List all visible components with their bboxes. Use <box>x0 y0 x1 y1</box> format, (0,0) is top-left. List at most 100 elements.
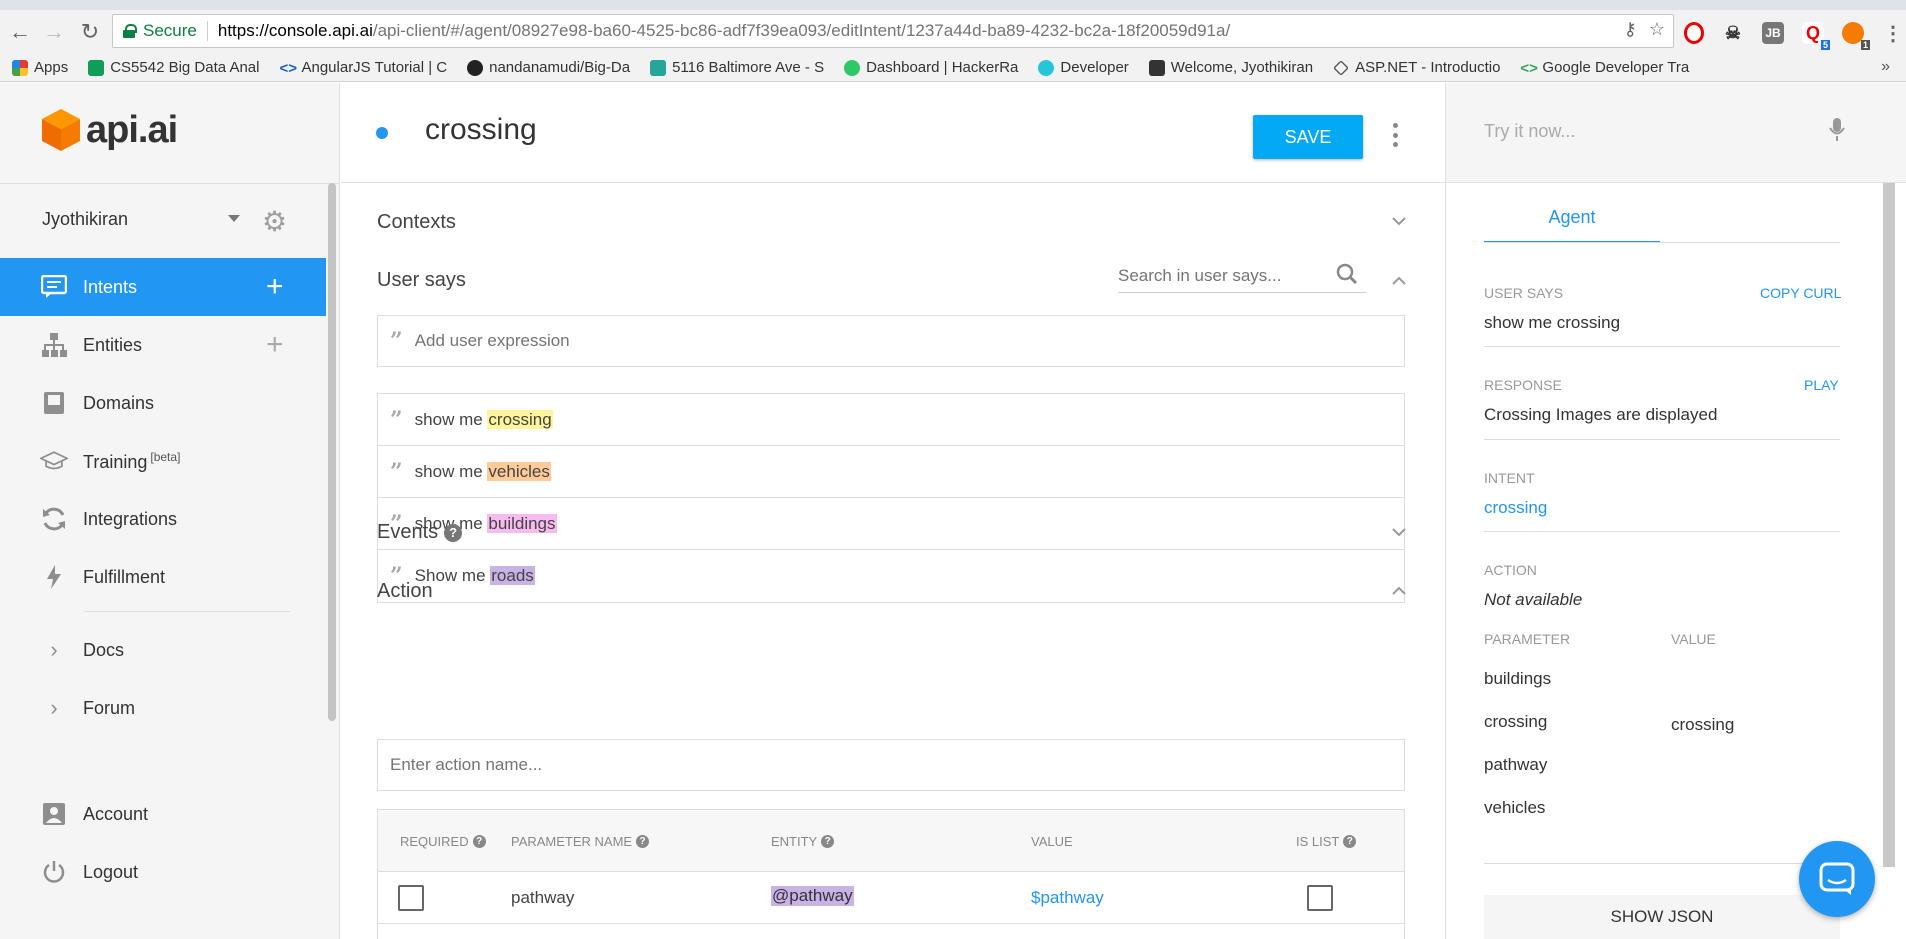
sidebar-item-intents[interactable]: Intents + <box>0 258 326 316</box>
action-title[interactable]: Action <box>377 580 433 603</box>
play-link[interactable]: PLAY <box>1804 377 1839 393</box>
reload-icon[interactable]: ↻ <box>76 18 104 46</box>
apiai-logo[interactable]: api.ai <box>40 107 178 153</box>
help-icon[interactable]: ? <box>472 835 486 848</box>
sidebar-item-entities[interactable]: Entities + <box>0 316 326 374</box>
entity-annotation[interactable]: vehicles <box>487 461 551 481</box>
list-item[interactable]: ” Show me roads <box>378 550 1404 602</box>
sidebar-item-fulfillment[interactable]: Fulfillment <box>0 548 326 606</box>
sidebar-item-docs[interactable]: › Docs <box>0 621 326 679</box>
add-entity-icon[interactable]: + <box>266 330 284 360</box>
forward-icon[interactable]: → <box>40 18 68 46</box>
browser-menu-icon[interactable]: ⋮ <box>1882 22 1904 45</box>
opera-extension-icon[interactable] <box>1684 22 1704 44</box>
caret-down-icon[interactable] <box>228 215 240 222</box>
sidebar-scrollbar[interactable] <box>328 183 336 721</box>
agent-selector[interactable]: Jyothikiran ⚙ <box>42 199 292 239</box>
sidebar-item-label: Fulfillment <box>83 566 166 587</box>
sheets-icon <box>88 59 105 76</box>
action-name-input[interactable] <box>390 755 1290 775</box>
sidebar-item-label: Training [beta] <box>83 450 180 473</box>
show-json-button[interactable]: SHOW JSON <box>1484 895 1840 939</box>
search-input[interactable] <box>1118 265 1318 286</box>
sidebar-item-forum[interactable]: › Forum <box>0 679 326 737</box>
search-user-says[interactable] <box>1118 259 1366 293</box>
help-icon[interactable]: ? <box>821 835 835 848</box>
user-says-title[interactable]: User says <box>377 269 466 292</box>
microphone-icon[interactable] <box>1828 117 1846 148</box>
gear-icon[interactable]: ⚙ <box>262 205 287 238</box>
intent-name-input[interactable]: crossing <box>425 113 537 147</box>
entity-annotation[interactable]: roads <box>490 566 535 585</box>
add-intent-icon[interactable]: + <box>266 272 284 302</box>
bookmarks-overflow-icon[interactable]: » <box>1881 58 1890 76</box>
sidebar-item-logout[interactable]: Logout <box>0 843 326 901</box>
chevron-down-icon[interactable] <box>1391 213 1407 229</box>
bookmark-item[interactable]: Developer <box>1038 59 1129 76</box>
jb-extension-icon[interactable]: JB <box>1762 22 1784 44</box>
help-icon[interactable]: ? <box>1343 835 1357 848</box>
sidebar-item-training[interactable]: Training [beta] <box>0 432 326 490</box>
priority-dot-icon[interactable] <box>376 127 388 139</box>
bookmark-item[interactable]: <> AngularJS Tutorial | C <box>279 59 447 77</box>
chat-support-button[interactable] <box>1799 841 1875 917</box>
bookmark-item[interactable]: nandanamudi/Big-Da <box>467 59 630 76</box>
more-options-icon[interactable] <box>1387 123 1403 147</box>
bookmark-item[interactable]: Dashboard | HackerRa <box>844 59 1018 76</box>
bookmark-label: Developer <box>1060 59 1129 76</box>
expression-text[interactable]: show me crossing <box>415 409 553 430</box>
bookmark-item[interactable]: 5116 Baltimore Ave - S <box>650 59 824 76</box>
hierarchy-icon <box>40 331 68 359</box>
col-value: VALUE <box>1031 834 1073 849</box>
bookmark-item[interactable]: ASP.NET - Introductio <box>1333 59 1500 76</box>
search-icon[interactable] <box>1336 263 1358 290</box>
required-checkbox[interactable] <box>398 885 424 911</box>
parameter-value[interactable]: $pathway <box>1031 888 1104 908</box>
chevron-down-icon[interactable] <box>1391 524 1407 540</box>
sidebar-item-domains[interactable]: Domains <box>0 374 326 432</box>
q-extension-icon[interactable]: Q 5 <box>1802 22 1830 50</box>
action-name-field[interactable] <box>377 739 1405 791</box>
save-button[interactable]: SAVE <box>1253 115 1363 159</box>
sidebar-item-integrations[interactable]: Integrations <box>0 490 326 548</box>
parameter-name[interactable]: pathway <box>511 888 574 908</box>
events-title[interactable]: Events? <box>377 521 463 544</box>
try-it-now-bar[interactable]: Try it now... <box>1446 83 1906 183</box>
help-icon[interactable]: ? <box>636 835 650 848</box>
bookmark-item[interactable]: CS5542 Big Data Anal <box>88 59 259 76</box>
sidebar-item-account[interactable]: Account <box>0 785 326 843</box>
expression-text[interactable]: Show me roads <box>415 566 535 586</box>
add-user-expression[interactable]: ” <box>377 315 1405 367</box>
google-dev-icon: <> <box>1520 59 1538 77</box>
tab-agent[interactable]: Agent <box>1484 201 1660 243</box>
chevron-up-icon[interactable] <box>1391 583 1407 599</box>
right-panel-scrollbar[interactable] <box>1883 183 1895 867</box>
is-list-checkbox[interactable] <box>1307 885 1333 911</box>
entity-annotation[interactable]: buildings <box>487 513 557 533</box>
entity-annotation[interactable]: crossing <box>487 409 553 429</box>
chevron-up-icon[interactable] <box>1391 273 1407 289</box>
parameter-entity[interactable]: @pathway <box>771 886 854 906</box>
list-item[interactable]: ” show me vehicles <box>378 446 1404 498</box>
pirate-extension-icon[interactable]: ☠ <box>1722 22 1744 44</box>
bookmark-item[interactable]: Welcome, Jyothikiran <box>1148 59 1313 76</box>
orange-extension-icon[interactable]: 1 <box>1842 22 1870 50</box>
bookmark-apps[interactable]: Apps <box>12 59 68 76</box>
bookmark-item[interactable]: <> Google Developer Tra <box>1520 59 1689 77</box>
contexts-title[interactable]: Contexts <box>377 211 456 234</box>
star-icon[interactable]: ☆ <box>1649 19 1665 40</box>
try-it-now-input[interactable]: Try it now... <box>1484 121 1575 142</box>
user-expression-input[interactable] <box>414 331 1315 351</box>
key-icon[interactable]: ⚷ <box>1624 19 1637 40</box>
chevron-right-icon: › <box>50 637 58 662</box>
back-icon[interactable]: ← <box>6 18 34 46</box>
expression-text[interactable]: show me vehicles <box>415 461 551 482</box>
lock-icon <box>123 24 137 38</box>
param-name: buildings <box>1484 669 1552 688</box>
help-icon[interactable]: ? <box>444 523 463 542</box>
copy-curl-link[interactable]: COPY CURL <box>1760 285 1841 301</box>
intent-link[interactable]: crossing <box>1484 498 1547 518</box>
list-item[interactable]: ” show me crossing <box>378 394 1404 446</box>
address-bar[interactable]: Secure https://console.api.ai/api-client… <box>112 14 1674 48</box>
list-item[interactable]: ” show me buildings <box>378 498 1404 550</box>
